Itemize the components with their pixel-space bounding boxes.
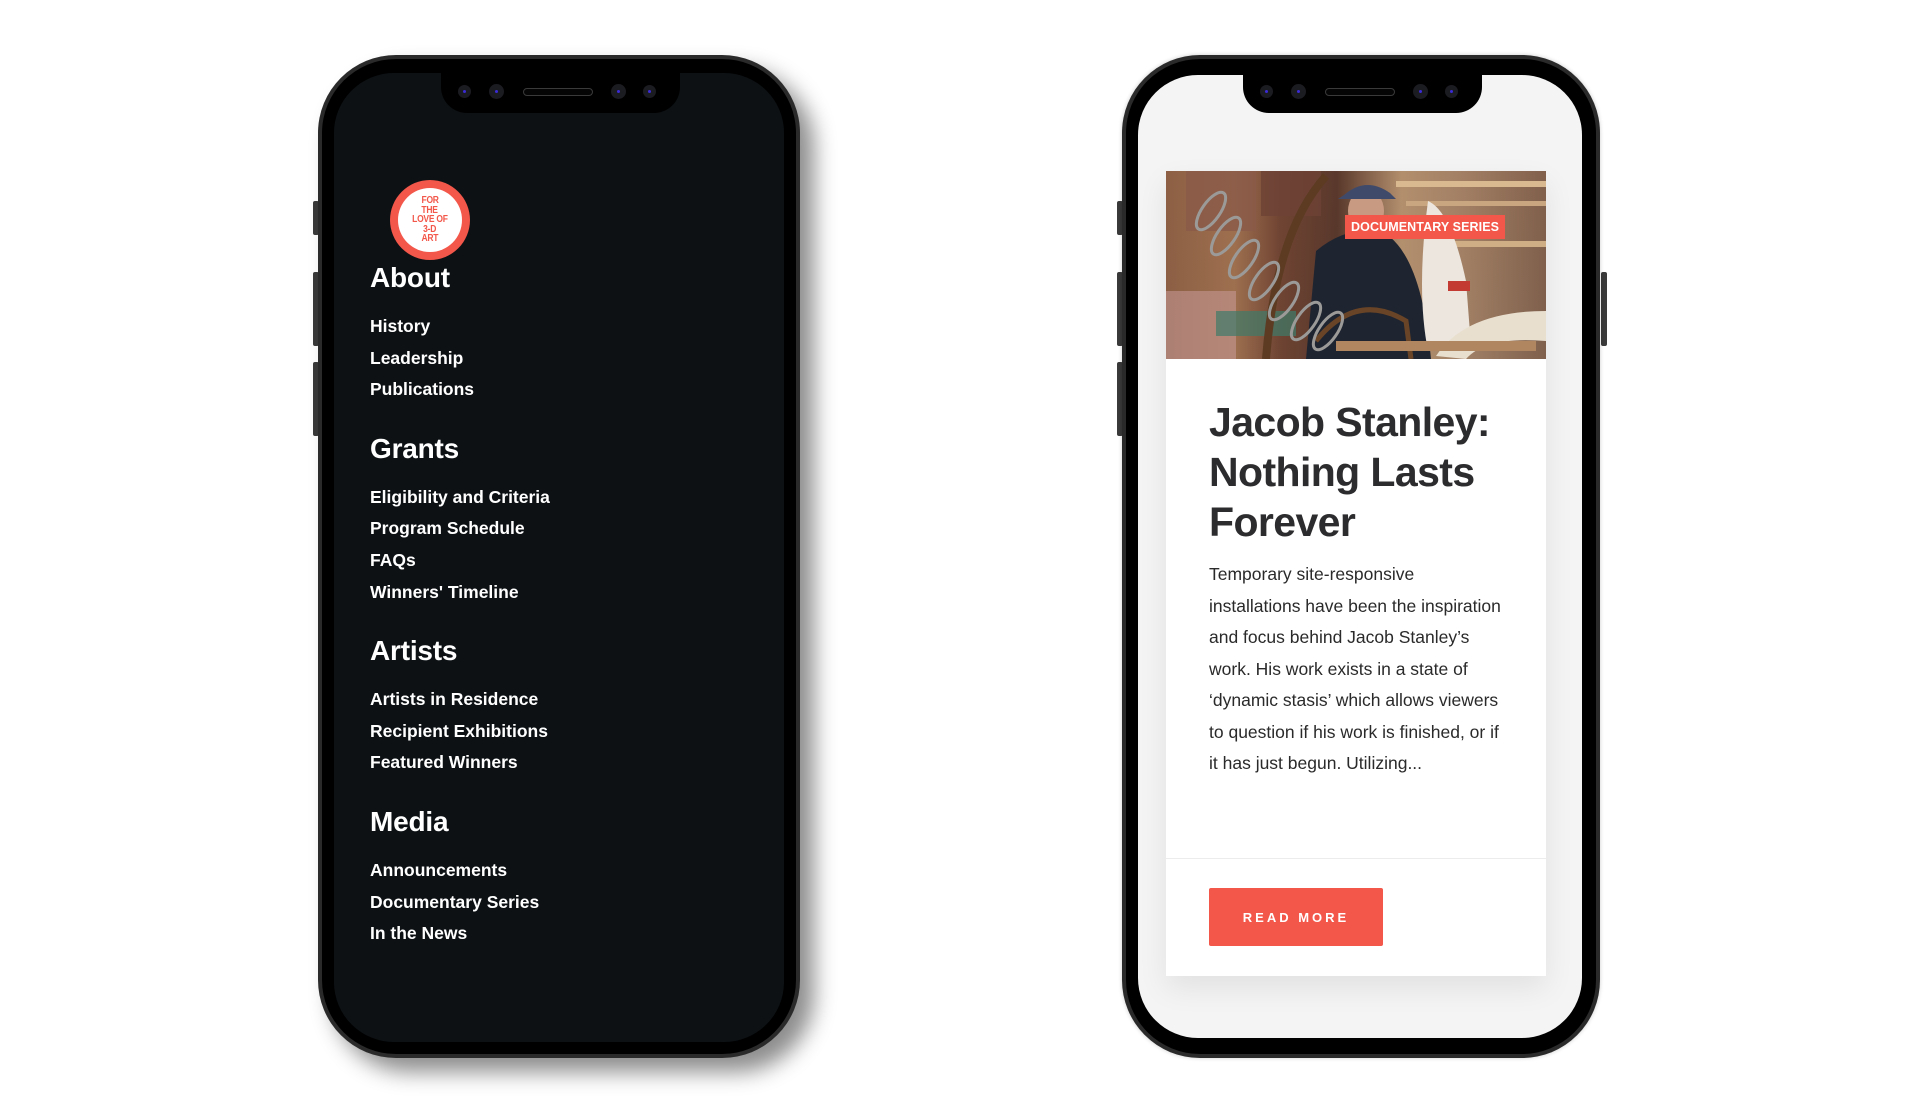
phone-mockup-menu: FOR THE LOVE OF 3-D ART About History Le… [318, 55, 800, 1058]
menu-section-about: About History Leadership Publications [370, 261, 550, 406]
phone-screen: FOR THE LOVE OF 3-D ART About History Le… [334, 73, 784, 1042]
menu-heading[interactable]: About [370, 261, 550, 295]
category-badge[interactable]: DOCUMENTARY SERIES [1345, 215, 1506, 239]
camera-icon [611, 84, 626, 99]
menu-heading[interactable]: Media [370, 805, 550, 839]
article-card: DOCUMENTARY SERIES Jacob Stanley: Nothin… [1166, 171, 1546, 976]
logo-line: ART [421, 233, 439, 245]
menu-item-artists-in-residence[interactable]: Artists in Residence [370, 684, 550, 716]
menu-item-announcements[interactable]: Announcements [370, 855, 550, 887]
menu-item-documentary-series[interactable]: Documentary Series [370, 887, 550, 919]
menu-section-artists: Artists Artists in Residence Recipient E… [370, 634, 550, 779]
sensor-icon [1445, 85, 1458, 98]
menu-section-media: Media Announcements Documentary Series I… [370, 805, 550, 950]
sensor-icon [643, 85, 656, 98]
menu-item-publications[interactable]: Publications [370, 374, 550, 406]
phone-mockup-article: DOCUMENTARY SERIES Jacob Stanley: Nothin… [1122, 55, 1600, 1058]
camera-icon [489, 84, 504, 99]
menu-heading[interactable]: Grants [370, 432, 550, 466]
menu-item-recipient-exhibitions[interactable]: Recipient Exhibitions [370, 716, 550, 748]
main-menu: About History Leadership Publications Gr… [370, 261, 550, 976]
menu-item-program-schedule[interactable]: Program Schedule [370, 513, 550, 545]
logo-text: FOR THE LOVE OF 3-D ART [398, 188, 462, 252]
menu-item-eligibility[interactable]: Eligibility and Criteria [370, 482, 550, 514]
speaker-grille [1325, 88, 1395, 96]
article-image[interactable]: DOCUMENTARY SERIES [1166, 171, 1546, 359]
photo-illustration [1166, 171, 1546, 359]
menu-item-leadership[interactable]: Leadership [370, 343, 550, 375]
menu-item-in-the-news[interactable]: In the News [370, 918, 550, 950]
camera-icon [1413, 84, 1428, 99]
sensor-icon [458, 85, 471, 98]
menu-item-faqs[interactable]: FAQs [370, 545, 550, 577]
menu-item-winners-timeline[interactable]: Winners' Timeline [370, 577, 550, 609]
phone-notch [441, 73, 680, 113]
menu-heading[interactable]: Artists [370, 634, 550, 668]
menu-item-featured-winners[interactable]: Featured Winners [370, 747, 550, 779]
menu-item-history[interactable]: History [370, 311, 550, 343]
phone-notch [1243, 73, 1482, 113]
card-divider [1166, 858, 1546, 859]
sensor-icon [1260, 85, 1273, 98]
camera-icon [1291, 84, 1306, 99]
speaker-grille [523, 88, 593, 96]
read-more-button[interactable]: READ MORE [1209, 888, 1383, 946]
phone-screen: DOCUMENTARY SERIES Jacob Stanley: Nothin… [1138, 75, 1582, 1038]
article-body: Jacob Stanley: Nothing Lasts Forever Tem… [1166, 359, 1546, 780]
menu-section-grants: Grants Eligibility and Criteria Program … [370, 432, 550, 608]
power-button [1601, 272, 1607, 346]
article-title[interactable]: Jacob Stanley: Nothing Lasts Forever [1209, 397, 1503, 547]
article-excerpt: Temporary site-responsive installations … [1209, 564, 1501, 773]
site-logo[interactable]: FOR THE LOVE OF 3-D ART [390, 180, 470, 260]
